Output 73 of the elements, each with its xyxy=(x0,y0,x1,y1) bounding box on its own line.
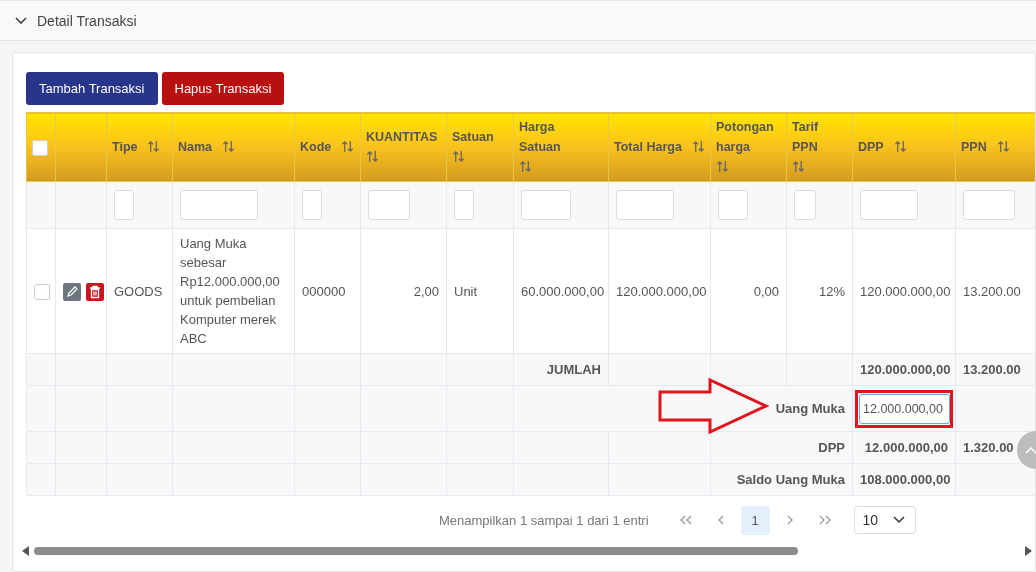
left-arrow-icon[interactable] xyxy=(22,546,30,556)
table-cell: 0,00 xyxy=(710,228,787,354)
add-button[interactable]: Tambah Transaksi xyxy=(26,72,158,105)
filter-field[interactable] xyxy=(963,190,1015,220)
column-header: KUANTITAS xyxy=(366,129,438,146)
next-page-icon[interactable] xyxy=(786,515,793,525)
filter-field[interactable] xyxy=(114,190,134,220)
summary-label: Saldo Uang Muka xyxy=(710,463,853,496)
filter-field[interactable] xyxy=(616,190,674,220)
sort-icon[interactable] xyxy=(341,140,355,153)
delete-button[interactable]: Hapus Transaksi xyxy=(161,72,285,105)
table-cell: 120.000.000,00 xyxy=(608,228,711,354)
row-checkbox[interactable] xyxy=(34,284,50,301)
first-page-icon[interactable] xyxy=(679,515,692,525)
table-cell: 108.000.000,00 xyxy=(852,463,956,496)
table-cell: 2,00 xyxy=(360,228,447,354)
column-header: Satuan xyxy=(452,129,494,146)
table-cell: 12% xyxy=(786,228,853,354)
table-cell: 000000 xyxy=(294,228,361,354)
sort-icon[interactable] xyxy=(147,140,161,153)
summary-label: JUMLAH xyxy=(513,353,609,386)
page-button[interactable]: 1 xyxy=(740,505,770,535)
sort-icon[interactable] xyxy=(222,140,236,153)
chevron-up-icon xyxy=(1025,446,1036,454)
column-header: Kode xyxy=(300,139,332,156)
previous-page-icon[interactable] xyxy=(717,515,724,525)
page-size-dropdown[interactable]: 10 xyxy=(853,506,916,534)
table-cell: 120.000.000,00 xyxy=(852,353,956,386)
column-header: Tarif PPN xyxy=(792,119,820,156)
column-header: Potongan harga xyxy=(716,119,774,156)
table-cell: Uang Muka sebesar Rp12.000.000,00 untuk pembelian Komputer merek ABC xyxy=(172,228,295,354)
table-cell: 120.000.000,00 xyxy=(852,228,956,354)
section-title: Detail Transaksi xyxy=(37,12,137,29)
select-all-checkbox[interactable] xyxy=(32,139,48,156)
chevron-down-icon xyxy=(892,516,905,524)
filter-field[interactable] xyxy=(860,190,918,220)
column-header: DPP xyxy=(858,139,884,156)
column-header: Total Harga xyxy=(614,139,682,156)
column-header: Tipe xyxy=(112,139,138,156)
sort-icon[interactable] xyxy=(792,160,805,173)
sort-icon[interactable] xyxy=(452,150,465,163)
table-cell: 12.000.000,00 xyxy=(852,431,956,464)
table-cell: 13.200.00 xyxy=(955,228,1035,354)
sort-icon[interactable] xyxy=(996,140,1010,153)
last-page-icon[interactable] xyxy=(818,515,831,525)
sort-icon[interactable] xyxy=(366,150,379,163)
column-header: Harga Satuan xyxy=(519,119,562,156)
summary-label: Uang Muka xyxy=(710,385,853,432)
pagination-info: Menampilkan 1 sampai 1 dari 1 entri xyxy=(439,512,649,528)
summary-label: DPP xyxy=(710,431,853,464)
delete-icon[interactable] xyxy=(86,282,104,301)
right-arrow-icon[interactable] xyxy=(1024,546,1032,556)
down-payment-field[interactable]: 12.000.000,00 xyxy=(859,393,950,424)
sort-icon[interactable] xyxy=(716,160,729,173)
column-header: Nama xyxy=(178,139,213,156)
table-cell: 60.000.000,00 xyxy=(513,228,609,354)
table-cell: Unit xyxy=(446,228,514,354)
filter-field[interactable] xyxy=(454,190,474,220)
filter-field[interactable] xyxy=(794,190,816,220)
filter-field[interactable] xyxy=(302,190,322,220)
table-cell: GOODS xyxy=(106,228,173,354)
sort-icon[interactable] xyxy=(519,160,532,173)
filter-field[interactable] xyxy=(521,190,571,220)
section-header[interactable]: Detail Transaksi xyxy=(0,0,1036,41)
horizontal-scrollbar[interactable] xyxy=(22,544,1032,558)
sort-icon[interactable] xyxy=(691,140,705,153)
edit-icon[interactable] xyxy=(63,282,81,301)
sort-icon[interactable] xyxy=(893,140,907,153)
table-cell: 13.200.00 xyxy=(955,353,1035,386)
filter-field[interactable] xyxy=(180,190,258,220)
filter-field[interactable] xyxy=(368,190,410,220)
filter-field[interactable] xyxy=(718,190,748,220)
column-header: PPN xyxy=(961,139,987,156)
